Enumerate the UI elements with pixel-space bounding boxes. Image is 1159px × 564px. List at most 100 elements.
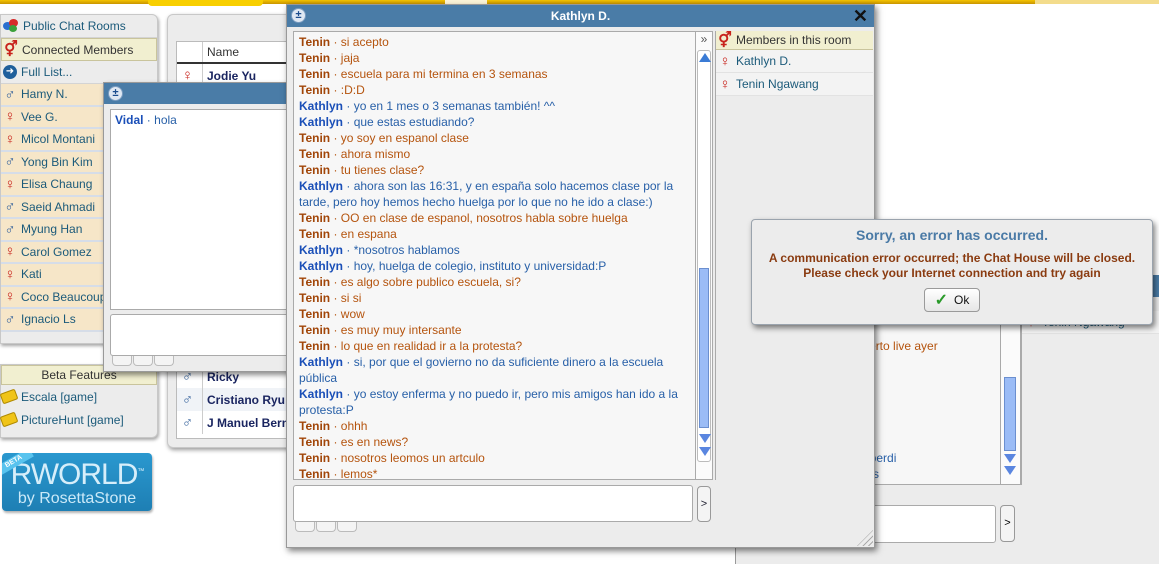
scroll-up-icon[interactable] xyxy=(699,53,711,62)
chat-message: Tenin · lo que en realidad ir a la prote… xyxy=(299,338,690,354)
message-separator: · xyxy=(343,115,354,129)
male-icon: ♂ xyxy=(4,310,16,328)
female-icon: ♀ xyxy=(4,108,16,126)
scroll-track[interactable] xyxy=(697,50,711,462)
ok-label: Ok xyxy=(954,293,970,307)
scroll-thumb[interactable] xyxy=(1004,377,1016,451)
full-list-label: Full List... xyxy=(21,65,73,79)
message-text: *nosotros hablamos xyxy=(353,243,460,257)
message-sender: Tenin xyxy=(299,163,331,177)
members-header-label: Members in this room xyxy=(736,33,852,47)
checkmark-icon: ✓ xyxy=(934,292,949,309)
background-send-button[interactable]: > xyxy=(1000,505,1015,542)
input-tab[interactable] xyxy=(154,356,174,366)
message-separator: · xyxy=(143,113,155,127)
message-sender: Kathlyn xyxy=(299,355,344,369)
chat-message: Tenin · ohhh xyxy=(299,418,690,434)
message-sender: Kathlyn xyxy=(299,115,344,129)
member-name: Hamy N. xyxy=(21,87,68,102)
chat-bubbles-icon xyxy=(3,19,19,33)
close-icon[interactable]: ✕ xyxy=(853,6,868,26)
male-icon: ♂ xyxy=(4,153,16,171)
member-name: Kathlyn D. xyxy=(736,54,792,68)
table-row[interactable]: ♂ Cristiano Ryu xyxy=(177,388,295,411)
beta-item-escala[interactable]: Escala [game] xyxy=(0,385,157,408)
message-text: ohhh xyxy=(340,419,368,433)
name-column-header[interactable]: Name xyxy=(203,45,239,59)
beta-features-panel: Beta Features Escala [game] PictureHunt … xyxy=(0,364,158,438)
message-separator: · xyxy=(330,435,341,449)
vidal-title-bar[interactable]: ± xyxy=(104,83,292,104)
scroll-down-icon[interactable] xyxy=(699,434,711,443)
chat-message: Tenin · wow xyxy=(299,306,690,322)
chat-message: Kathlyn · yo estoy enferma y no puedo ir… xyxy=(299,386,690,418)
top-tab[interactable] xyxy=(148,0,263,6)
vidal-message-input[interactable] xyxy=(110,314,290,356)
top-bar-right xyxy=(1035,0,1159,4)
chat-message: Tenin · ahora mismo xyxy=(299,146,690,162)
chat-title-bar[interactable]: ± Kathlyn D. ✕ xyxy=(287,5,874,27)
message-text: si si xyxy=(340,291,362,305)
chat-messages: Tenin · si acepto Tenin · jaja Tenin · esc… xyxy=(293,31,696,480)
resize-handle[interactable] xyxy=(857,530,873,546)
scroll-down-icon[interactable] xyxy=(1004,454,1016,463)
collapse-members-icon[interactable]: » xyxy=(696,32,712,48)
connected-members-label: Connected Members xyxy=(22,42,134,57)
beta-item-label: Escala [game] xyxy=(21,389,98,404)
female-icon: ♀ xyxy=(4,265,16,283)
chat-message: Tenin · :D:D xyxy=(299,82,690,98)
message-text: yo estoy enferma y no puedo ir, pero mis… xyxy=(299,387,678,417)
table-row[interactable]: ♂ J Manuel Bern xyxy=(177,411,295,434)
chat-scrollbar[interactable]: » xyxy=(696,31,713,480)
message-sender: Vidal xyxy=(115,113,144,127)
beta-item-picturehunt[interactable]: PictureHunt [game] xyxy=(0,408,157,431)
scroll-thumb[interactable] xyxy=(699,268,709,428)
message-separator: · xyxy=(343,259,354,273)
chat-message: Tenin · escuela para mi termina en 3 sem… xyxy=(299,66,690,82)
member-row[interactable]: ♀ Tenin Ngawang xyxy=(716,73,873,96)
input-tab[interactable] xyxy=(295,522,315,532)
member-name: Carol Gomez xyxy=(21,244,92,259)
chat-message: Tenin · es algo sobre publico escuela, s… xyxy=(299,274,690,290)
public-chat-rooms-label: Public Chat Rooms xyxy=(23,19,126,33)
member-name: J Manuel Bern xyxy=(207,415,290,430)
message-separator: · xyxy=(330,51,341,65)
message-sender: Tenin xyxy=(299,275,331,289)
members-header: ⚥ Members in this room xyxy=(716,31,873,50)
send-button[interactable]: > xyxy=(697,486,711,522)
member-name: Coco Beaucoup xyxy=(21,289,107,304)
member-name: Tenin Ngawang xyxy=(736,77,819,91)
gender-column-header[interactable] xyxy=(177,42,203,62)
arrow-right-icon: ➜ xyxy=(3,65,17,79)
male-icon: ♂ xyxy=(181,414,194,431)
message-sender: Kathlyn xyxy=(299,243,344,257)
expand-icon[interactable]: ± xyxy=(108,86,123,101)
rworld-logo[interactable]: BETA RWORLD™ by RosettaStone xyxy=(2,453,152,511)
input-tab[interactable] xyxy=(337,522,357,532)
background-scrollbar[interactable] xyxy=(1001,311,1021,485)
member-row[interactable]: ♀ Kathlyn D. xyxy=(716,50,873,73)
ok-button[interactable]: ✓ Ok xyxy=(924,288,980,312)
female-icon: ♀ xyxy=(181,67,194,84)
message-separator: · xyxy=(343,355,354,369)
scroll-bottom-icon[interactable] xyxy=(1004,466,1016,475)
logo-tm: ™ xyxy=(137,468,144,475)
public-chat-rooms-link[interactable]: Public Chat Rooms xyxy=(1,15,157,38)
message-separator: · xyxy=(330,307,341,321)
connected-members-header[interactable]: ⚥ Connected Members xyxy=(1,38,157,61)
message-sender: Tenin xyxy=(299,227,331,241)
message-separator: · xyxy=(330,35,341,49)
scroll-bottom-icon[interactable] xyxy=(699,447,711,456)
input-tab[interactable] xyxy=(316,522,336,532)
message-text: lo que en realidad ir a la protesta? xyxy=(340,339,523,353)
message-sender: Tenin xyxy=(299,307,331,321)
input-tab[interactable] xyxy=(112,356,132,366)
input-tab[interactable] xyxy=(133,356,153,366)
message-sender: Tenin xyxy=(299,131,331,145)
full-list-link[interactable]: ➜ Full List... xyxy=(1,61,157,84)
ticket-icon xyxy=(0,411,19,428)
message-sender: Kathlyn xyxy=(299,259,344,273)
chat-message-input[interactable] xyxy=(293,485,693,522)
chat-message: Tenin · es muy muy intersante xyxy=(299,322,690,338)
message-separator: · xyxy=(330,83,341,97)
